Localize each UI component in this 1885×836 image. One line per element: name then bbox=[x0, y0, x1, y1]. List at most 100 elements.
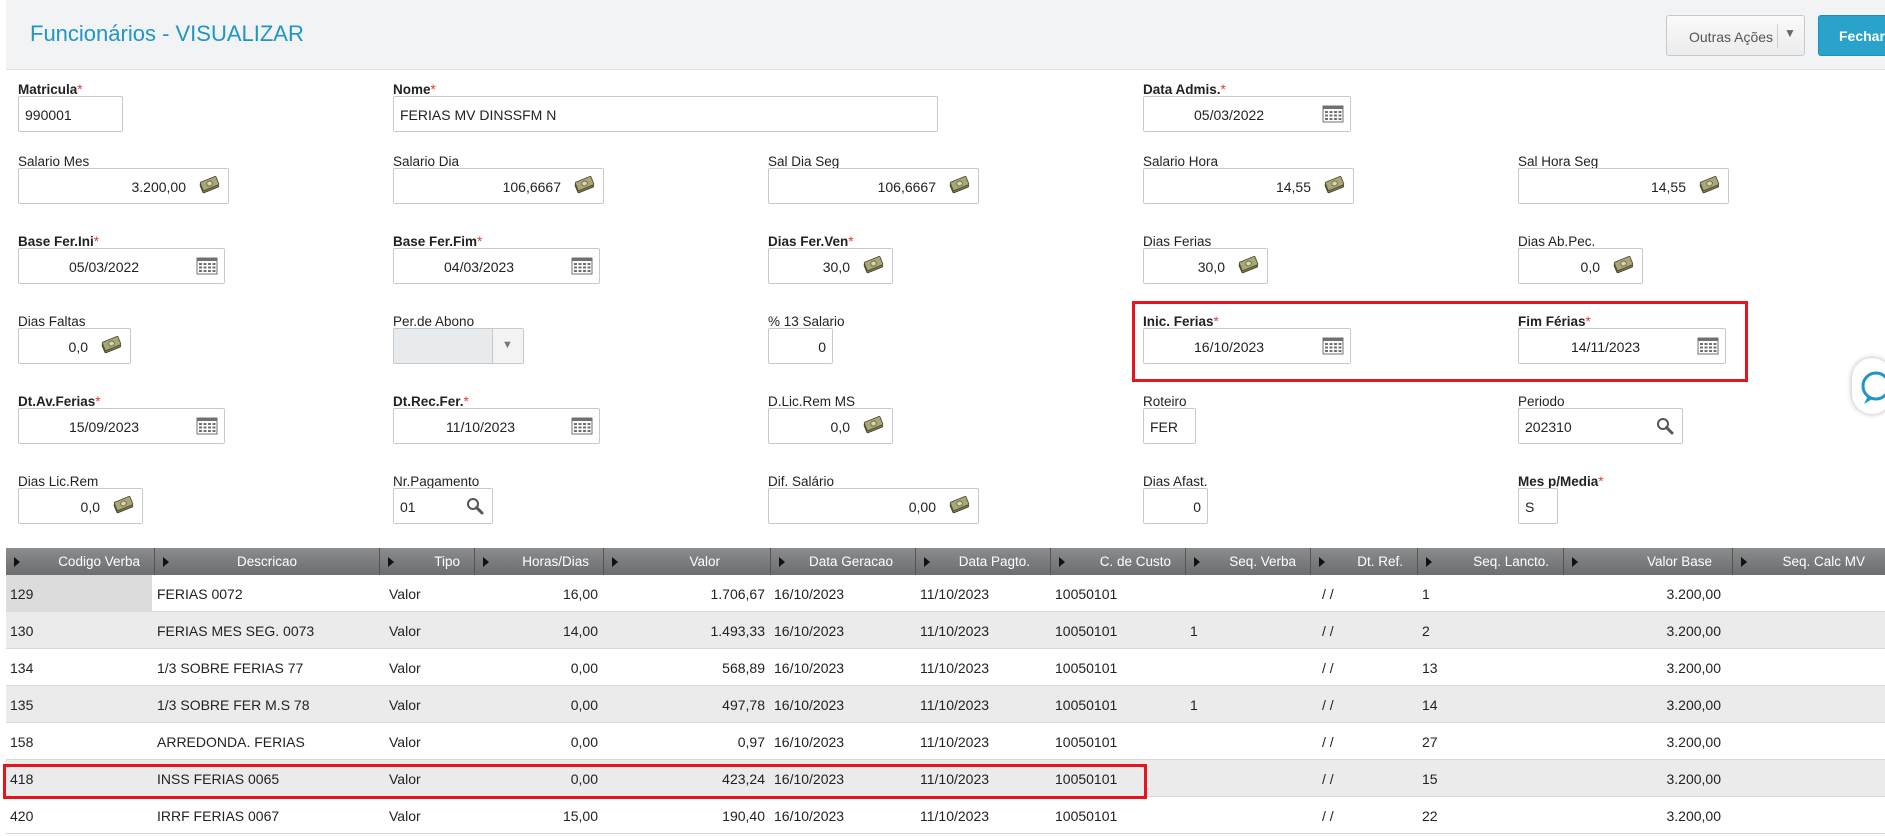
matricula-input[interactable]: 990001 bbox=[18, 96, 123, 132]
column-label: Codigo Verba bbox=[58, 554, 140, 569]
data-admis-value: 05/03/2022 bbox=[1194, 107, 1265, 123]
dias-ferias-input[interactable]: 30,0 bbox=[1143, 248, 1268, 284]
search-icon[interactable] bbox=[464, 496, 486, 516]
money-stack-icon[interactable] bbox=[574, 176, 596, 196]
pct-13-salario-input[interactable]: 0 bbox=[768, 328, 833, 364]
table-row[interactable]: 129 FERIAS 0072 Valor 16,00 1.706,67 16/10/20… bbox=[6, 575, 1885, 612]
cell-data-geracao: 16/10/2023 bbox=[774, 697, 845, 713]
per-abono-select[interactable]: ▼ bbox=[393, 328, 524, 364]
periodo-input[interactable]: 202310 bbox=[1518, 408, 1683, 444]
column-label: Seq. Lancto. bbox=[1473, 554, 1549, 569]
other-actions-button[interactable]: Outras Ações ▼ bbox=[1666, 15, 1805, 56]
money-stack-icon[interactable] bbox=[863, 416, 885, 436]
cell-valor: 1.493,33 bbox=[710, 623, 766, 639]
money-stack-icon[interactable] bbox=[199, 176, 221, 196]
dias-ab-pec-input[interactable]: 0,0 bbox=[1518, 248, 1643, 284]
cell-seq-lancto: 13 bbox=[1422, 660, 1438, 676]
column-header-horas-dias[interactable]: Horas/Dias bbox=[475, 548, 604, 575]
required-marker: * bbox=[95, 394, 101, 409]
mes-p-media-value: S bbox=[1525, 499, 1535, 515]
cell-tipo: Valor bbox=[389, 623, 421, 639]
cell-valor-base: 3.200,00 bbox=[1666, 586, 1722, 602]
calendar-icon[interactable] bbox=[571, 256, 593, 276]
base-fer-fim-input[interactable]: 04/03/2023 bbox=[393, 248, 600, 284]
salario-mes-input[interactable]: 3.200,00 bbox=[18, 168, 229, 204]
dropdown-toggle[interactable]: ▼ bbox=[492, 329, 523, 363]
dias-lic-rem-input[interactable]: 0,0 bbox=[18, 488, 143, 524]
column-header-data-pagto[interactable]: Data Pagto. bbox=[916, 548, 1051, 575]
base-fer-ini-input[interactable]: 05/03/2022 bbox=[18, 248, 225, 284]
money-stack-icon[interactable] bbox=[863, 256, 885, 276]
column-header-descricao[interactable]: Descricao bbox=[155, 548, 380, 575]
table-row[interactable]: 130 FERIAS MES SEG. 0073 Valor 14,00 1.493,3… bbox=[6, 612, 1885, 649]
sal-hora-seg-input[interactable]: 14,55 bbox=[1518, 168, 1729, 204]
salario-hora-input[interactable]: 14,55 bbox=[1143, 168, 1354, 204]
required-marker: * bbox=[848, 234, 854, 249]
roteiro-input[interactable]: FER bbox=[1143, 408, 1196, 444]
dt-rec-fer-input[interactable]: 11/10/2023 bbox=[393, 408, 600, 444]
calendar-icon[interactable] bbox=[196, 256, 218, 276]
column-label: Seq. Calc MV bbox=[1782, 554, 1865, 569]
sal-dia-seg-input[interactable]: 106,6667 bbox=[768, 168, 979, 204]
money-stack-icon[interactable] bbox=[113, 496, 135, 516]
table-row[interactable]: 134 1/3 SOBRE FERIAS 77 Valor 0,00 568,89 16/… bbox=[6, 649, 1885, 686]
nr-pagamento-value: 01 bbox=[400, 499, 416, 515]
cell-horas-dias: 14,00 bbox=[562, 623, 598, 639]
matricula-label: Matricula bbox=[18, 82, 78, 97]
cell-descricao: FERIAS MES SEG. 0073 bbox=[157, 623, 315, 639]
dt-av-ferias-input[interactable]: 15/09/2023 bbox=[18, 408, 225, 444]
cell-c-de-custo: 10050101 bbox=[1055, 623, 1118, 639]
d-lic-rem-ms-input[interactable]: 0,0 bbox=[768, 408, 893, 444]
close-button[interactable]: Fechar bbox=[1818, 15, 1885, 56]
money-stack-icon[interactable] bbox=[1324, 176, 1346, 196]
periodo-label: Periodo bbox=[1518, 394, 1565, 409]
data-admis-input[interactable]: 05/03/2022 bbox=[1143, 96, 1351, 132]
nome-input[interactable]: FERIAS MV DINSSFM N bbox=[393, 96, 938, 132]
chevron-down-icon[interactable]: ▼ bbox=[1784, 26, 1796, 40]
chat-bubble-icon[interactable] bbox=[1852, 358, 1885, 414]
table-row[interactable]: 135 1/3 SOBRE FER M.S 78 Valor 0,00 497,78 16… bbox=[6, 686, 1885, 723]
salario-mes-value: 3.200,00 bbox=[131, 179, 187, 195]
column-header-codigo-verba[interactable]: Codigo Verba bbox=[6, 548, 155, 575]
cell-valor-base: 3.200,00 bbox=[1666, 623, 1722, 639]
column-header-seq-verba[interactable]: Seq. Verba bbox=[1186, 548, 1311, 575]
column-header-valor-base[interactable]: Valor Base bbox=[1564, 548, 1733, 575]
table-row[interactable]: 158 ARREDONDA. FERIAS Valor 0,00 0,97 16/10/2… bbox=[6, 723, 1885, 760]
page-title: Funcionários - VISUALIZAR bbox=[30, 21, 304, 46]
calendar-icon[interactable] bbox=[196, 416, 218, 436]
dif-salario-value: 0,00 bbox=[908, 499, 936, 515]
table-row[interactable]: 420 IRRF FERIAS 0067 Valor 15,00 190,40 16/10… bbox=[6, 797, 1885, 834]
money-stack-icon[interactable] bbox=[1699, 176, 1721, 196]
dias-afast-input[interactable]: 0 bbox=[1143, 488, 1208, 524]
mes-p-media-input[interactable]: S bbox=[1518, 488, 1558, 524]
column-header-seq-lancto[interactable]: Seq. Lancto. bbox=[1418, 548, 1564, 575]
cell-data-geracao: 16/10/2023 bbox=[774, 734, 845, 750]
cell-dt-ref: / / bbox=[1322, 734, 1334, 750]
page-header: Funcionários - VISUALIZAR Outras Ações ▼… bbox=[6, 0, 1885, 70]
cell-dt-ref: / / bbox=[1322, 623, 1334, 639]
money-stack-icon[interactable] bbox=[1238, 256, 1260, 276]
money-stack-icon[interactable] bbox=[1613, 256, 1635, 276]
salario-dia-input[interactable]: 106,6667 bbox=[393, 168, 604, 204]
column-header-seq-calc-mv[interactable]: Seq. Calc MV bbox=[1733, 548, 1885, 575]
column-header-dt-ref[interactable]: Dt. Ref. bbox=[1311, 548, 1418, 575]
dias-fer-ven-input[interactable]: 30,0 bbox=[768, 248, 893, 284]
dias-faltas-input[interactable]: 0,0 bbox=[18, 328, 131, 364]
column-header-valor[interactable]: Valor bbox=[604, 548, 771, 575]
roteiro-label: Roteiro bbox=[1143, 394, 1187, 409]
money-stack-icon[interactable] bbox=[949, 176, 971, 196]
cell-tipo: Valor bbox=[389, 586, 421, 602]
column-header-data-geracao[interactable]: Data Geracao bbox=[771, 548, 916, 575]
search-icon[interactable] bbox=[1654, 416, 1676, 436]
d-lic-rem-ms-label: D.Lic.Rem MS bbox=[768, 394, 856, 409]
money-stack-icon[interactable] bbox=[101, 336, 123, 356]
column-header-c-de-custo[interactable]: C. de Custo bbox=[1051, 548, 1186, 575]
calendar-icon[interactable] bbox=[571, 416, 593, 436]
nome-label: Nome bbox=[393, 82, 431, 97]
dif-salario-input[interactable]: 0,00 bbox=[768, 488, 979, 524]
cell-descricao: 1/3 SOBRE FERIAS 77 bbox=[157, 660, 304, 676]
nr-pagamento-input[interactable]: 01 bbox=[393, 488, 493, 524]
column-header-tipo[interactable]: Tipo bbox=[380, 548, 475, 575]
money-stack-icon[interactable] bbox=[949, 496, 971, 516]
calendar-icon[interactable] bbox=[1322, 104, 1344, 124]
